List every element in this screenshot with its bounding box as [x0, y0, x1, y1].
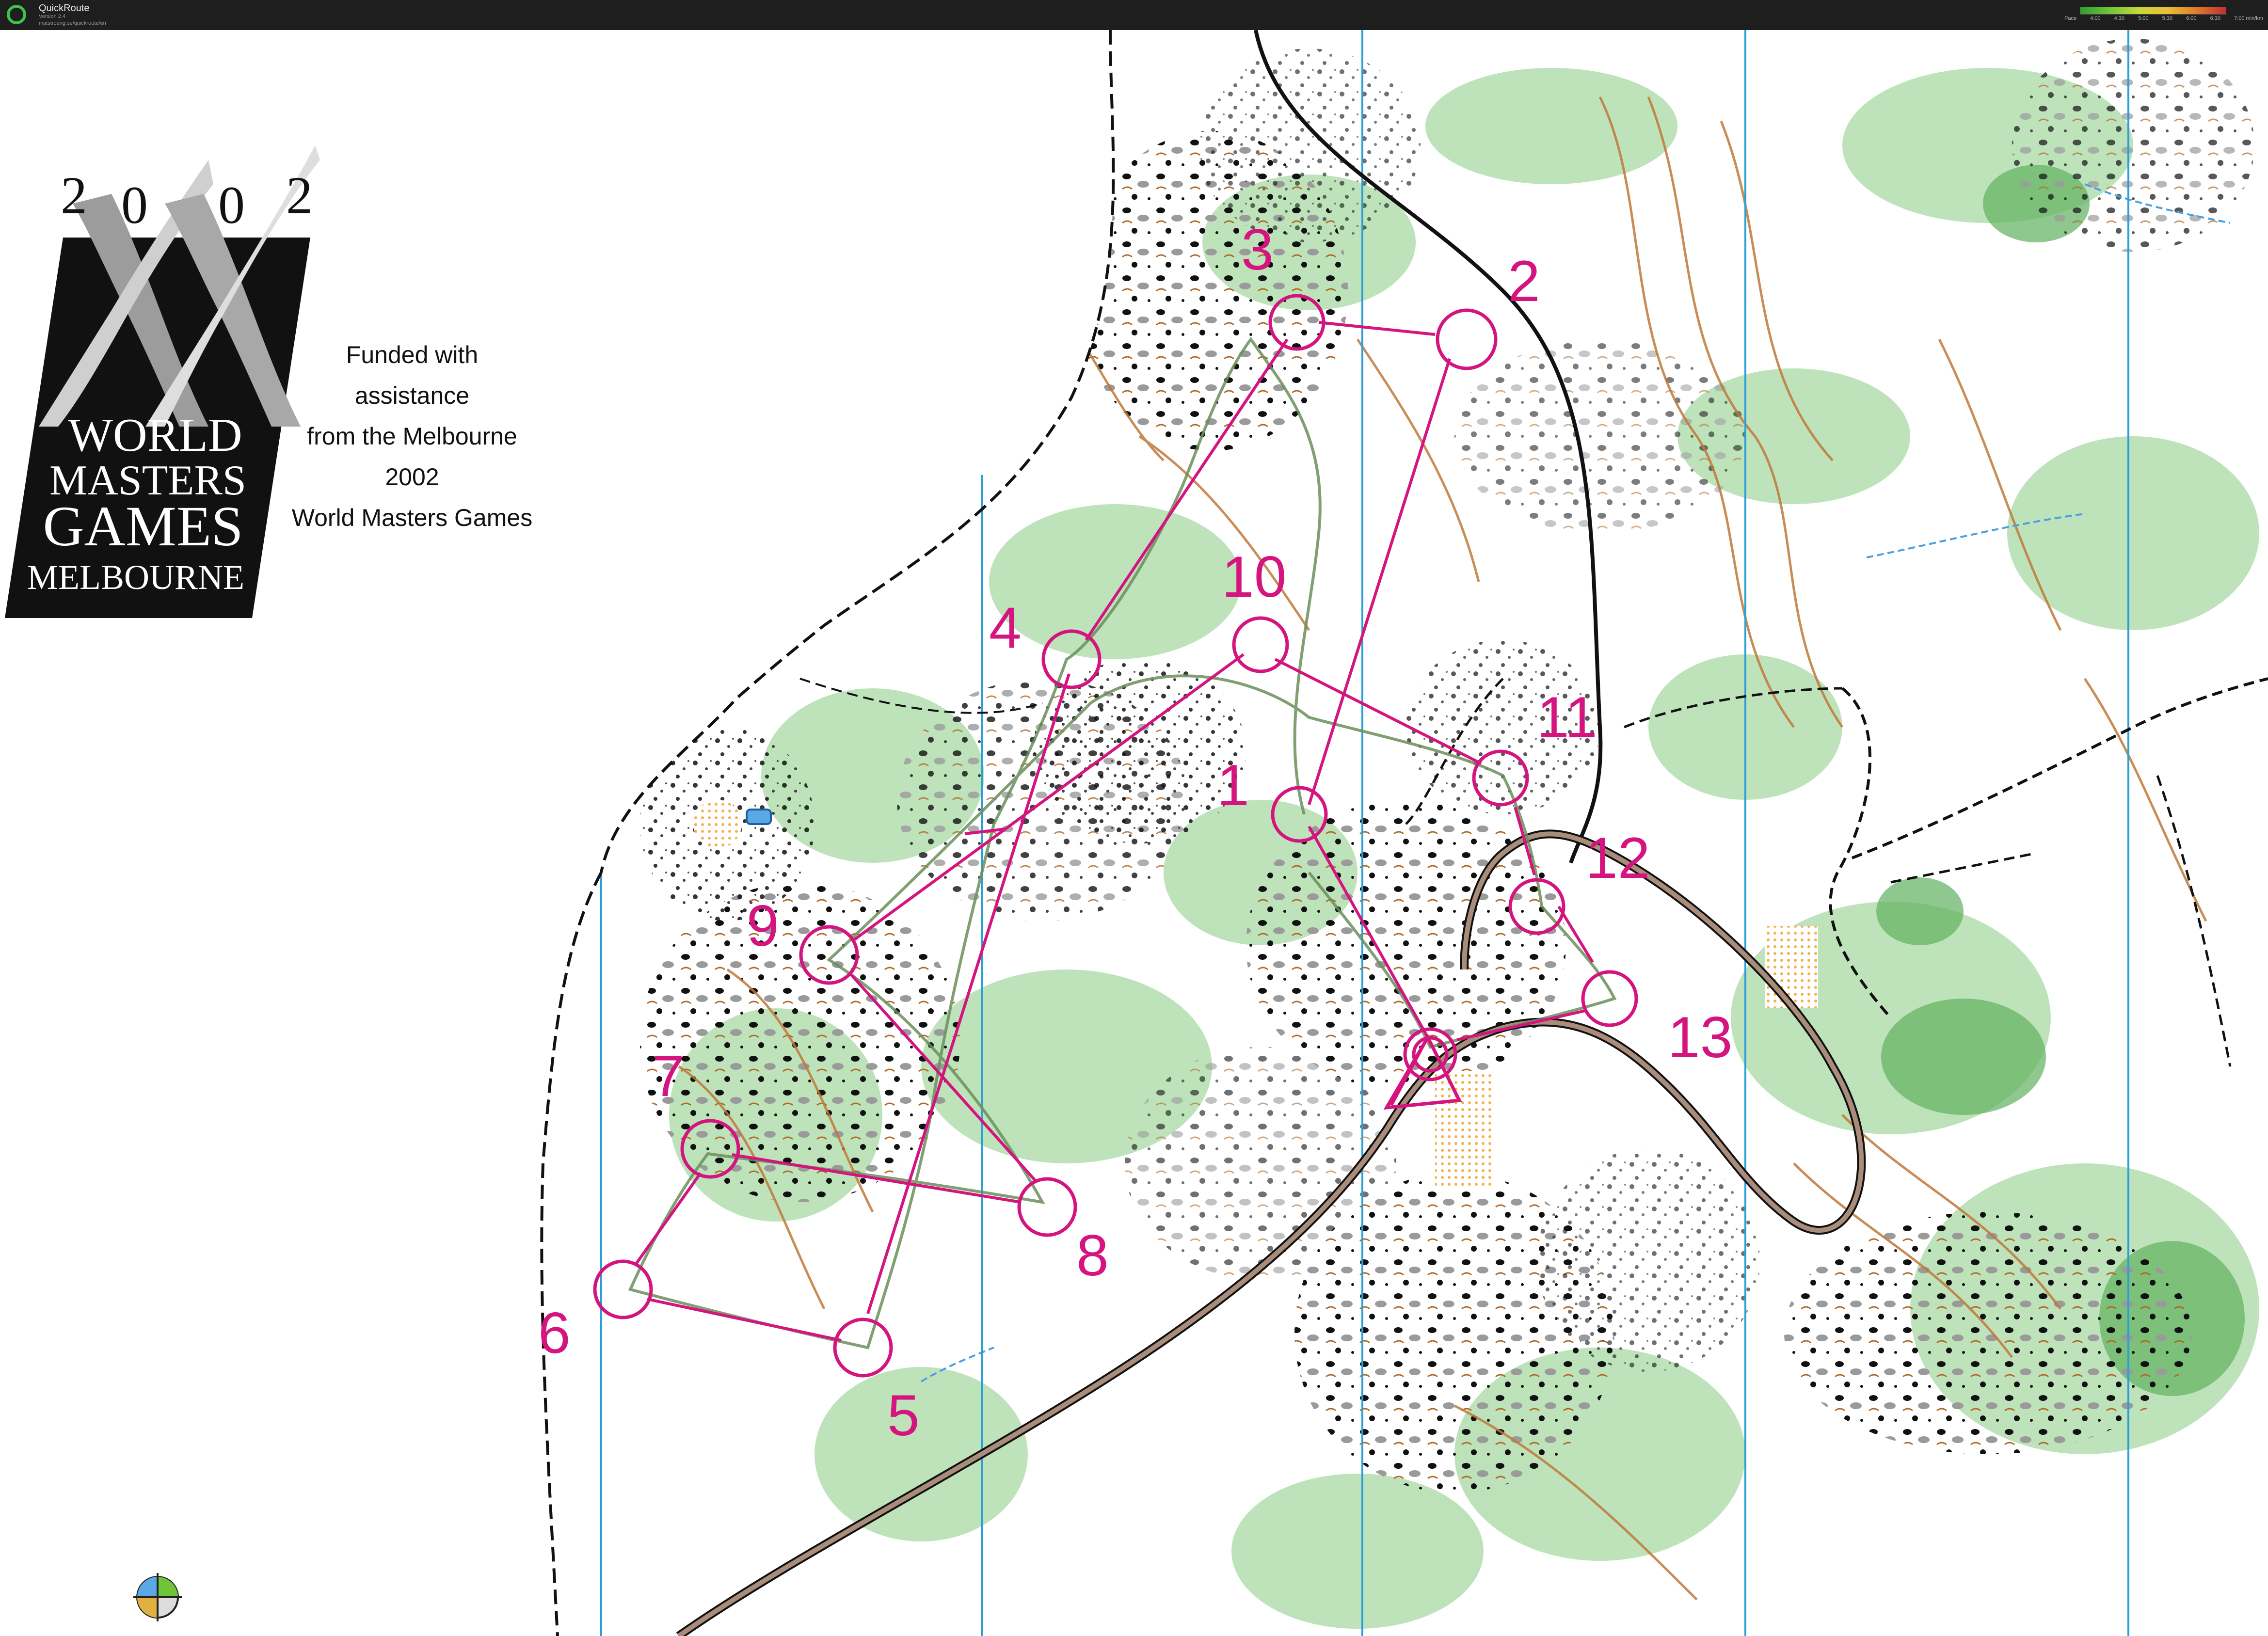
pace-legend-bar [2080, 7, 2226, 15]
logo-year-digit: 0 [218, 175, 245, 235]
orienteering-map: 2 0 0 2 WORLD MASTERS GAMES MELBOURNE [5, 30, 2268, 1636]
logo-year-digit: 0 [121, 175, 148, 235]
pace-tick: 5:30 [2162, 16, 2173, 21]
pace-tick: 6:30 [2210, 16, 2220, 21]
pace-tick: 4:30 [2114, 16, 2125, 21]
pace-tick: 7:00 min/km [2234, 16, 2263, 21]
map-terrain [601, 30, 2268, 1636]
funding-note-line: Funded with assistance [346, 341, 479, 409]
control-number-11: 11 [1537, 685, 1597, 750]
control-number-7: 7 [652, 1044, 685, 1109]
control-number-3: 3 [1241, 217, 1274, 282]
control-number-6: 6 [538, 1301, 571, 1366]
control-number-12: 12 [1585, 826, 1650, 890]
app-version: Version 2.4 [39, 14, 66, 19]
control-number-10: 10 [1222, 544, 1287, 609]
control-number-4: 4 [989, 595, 1022, 660]
open-land [693, 800, 742, 848]
open-land [1435, 1071, 1493, 1188]
quickroute-app-icon [7, 5, 26, 24]
funding-note-line: World Masters Games [291, 504, 533, 531]
open-land [1765, 926, 1818, 1008]
pace-tick: 6:00 [2186, 16, 2197, 21]
pace-legend-title: Pace [2064, 16, 2077, 21]
compass-rose-icon [133, 1573, 182, 1621]
logo-year-digit: 2 [286, 166, 313, 225]
pace-tick: 5:00 [2138, 16, 2149, 21]
app-url: matstroeng.se/quickroute/en [39, 20, 106, 26]
control-number-9: 9 [747, 893, 779, 958]
window-title-bar: QuickRoute Version 2.4 matstroeng.se/qui… [0, 0, 2268, 30]
control-number-8: 8 [1076, 1223, 1109, 1288]
control-number-5: 5 [887, 1383, 920, 1448]
control-number-13: 13 [1668, 1005, 1733, 1070]
funding-note-line: from the Melbourne 2002 [307, 423, 517, 491]
pace-tick: 4:00 [2090, 16, 2101, 21]
control-number-2: 2 [1508, 249, 1540, 314]
world-masters-games-logo: 2 0 0 2 WORLD MASTERS GAMES MELBOURNE [5, 145, 320, 618]
logo-line: MELBOURNE [27, 558, 244, 597]
pace-legend-labels: Pace 4:00 4:30 5:00 5:30 6:00 6:30 7:00 … [2064, 16, 2263, 21]
app-title: QuickRoute [39, 3, 90, 14]
funding-note: Funded with assistance from the Melbourn… [291, 334, 533, 538]
logo-line: WORLD [68, 409, 242, 461]
logo-line: GAMES [43, 494, 243, 558]
map-boundary [540, 872, 603, 1636]
control-number-1: 1 [1217, 753, 1249, 818]
water-tank [746, 809, 772, 825]
logo-year-digit: 2 [61, 166, 87, 225]
